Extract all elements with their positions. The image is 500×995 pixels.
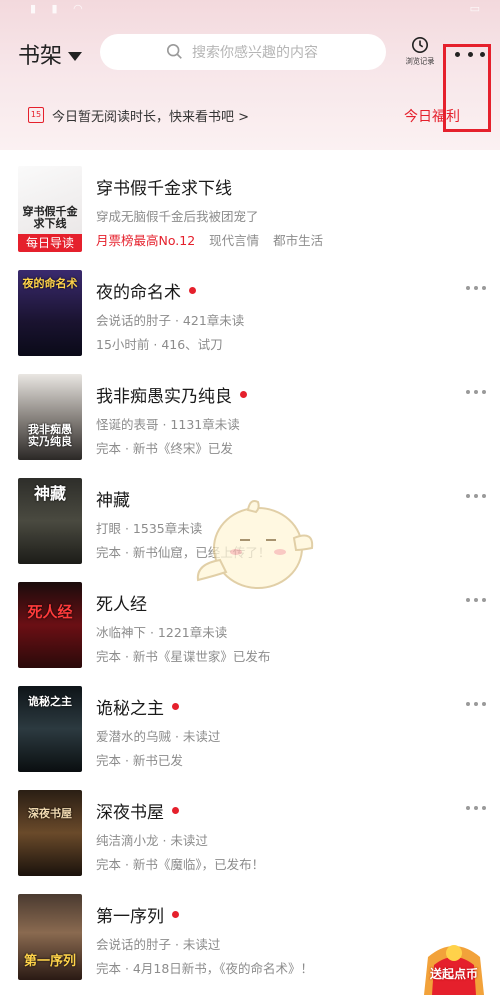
daily-welfare-link[interactable]: 今日福利	[404, 106, 460, 126]
book-meta: 月票榜最高No.12 现代言情 都市生活	[96, 230, 323, 249]
book-subtitle: 打眼 · 1535章未读	[96, 521, 203, 536]
book-title-text: 我非痴愚实乃纯良	[96, 387, 232, 407]
book-title-text: 死人经	[96, 595, 147, 615]
book-cover[interactable]: 死人经	[18, 582, 82, 668]
item-more-button[interactable]	[466, 494, 486, 500]
reward-badge-text: 送起点币	[429, 967, 478, 981]
book-item[interactable]: 诡秘之主 诡秘之主 爱潜水的乌贼 · 未读过 完本 · 新书已发	[0, 686, 500, 790]
caret-down-icon	[68, 51, 83, 61]
book-meta: 15小时前 · 416、试刀	[96, 337, 223, 352]
genre-tag: 现代言情	[209, 233, 260, 248]
item-more-button[interactable]	[466, 702, 486, 708]
book-subtitle: 会说话的肘子 · 未读过	[96, 937, 221, 952]
book-subtitle: 爱潜水的乌贼 · 未读过	[96, 729, 221, 744]
book-title-text: 神藏	[96, 491, 130, 511]
book-title-text: 穿书假千金求下线	[96, 179, 232, 199]
daily-guide-badge: 每日导读	[18, 234, 82, 252]
book-item[interactable]: 深夜书屋 深夜书屋 纯洁滴小龙 · 未读过 完本 · 新书《魔临》，已发布！	[0, 790, 500, 894]
cover-title: 我非痴愚 实乃纯良	[28, 423, 72, 448]
book-title-text: 夜的命名术	[96, 283, 181, 303]
cover-title: 穿书假千金求下线	[22, 205, 78, 230]
update-dot	[240, 391, 247, 398]
reading-notice[interactable]: 15 今日暂无阅读时长，快来看书吧 > 今日福利	[0, 100, 500, 130]
rank-label: 月票榜最高No.12	[96, 233, 196, 248]
history-button[interactable]: 浏览记录	[402, 34, 438, 74]
signal-icons: ▮ ▮ ◠	[30, 2, 89, 15]
book-meta: 完本 · 新书已发	[96, 753, 183, 768]
calendar-icon: 15	[28, 107, 44, 123]
search-icon	[166, 43, 182, 59]
book-title-text: 诡秘之主	[96, 699, 164, 719]
mascot-illustration	[196, 500, 314, 589]
book-title-text: 深夜书屋	[96, 803, 164, 823]
genre-tag: 都市生活	[273, 233, 324, 248]
book-subtitle: 纯洁滴小龙 · 未读过	[96, 833, 208, 848]
book-meta: 完本 · 4月18日新书，《夜的命名术》！	[96, 961, 314, 976]
search-placeholder: 搜索你感兴趣的内容	[192, 45, 318, 61]
cover-title: 第一序列	[23, 954, 76, 969]
book-meta: 完本 · 新书《星谍世家》已发布	[96, 649, 271, 664]
book-cover[interactable]: 诡秘之主	[18, 686, 82, 772]
history-label: 浏览记录	[405, 57, 435, 66]
cover-title: 死人经	[27, 603, 73, 621]
book-item[interactable]: 我非痴愚 实乃纯良 我非痴愚实乃纯良 怪诞的表哥 · 1131章未读 完本 · …	[0, 374, 500, 478]
item-more-button[interactable]	[466, 806, 486, 812]
book-cover[interactable]: 穿书假千金求下线 每日导读	[18, 166, 82, 252]
bookshelf-dropdown[interactable]: 书架	[18, 38, 83, 70]
cover-title: 夜的命名术	[22, 277, 78, 290]
book-cover[interactable]: 神藏	[18, 478, 82, 564]
update-dot	[172, 807, 179, 814]
book-subtitle: 冰临神下 · 1221章未读	[96, 625, 228, 640]
book-title: 夜的命名术	[96, 278, 196, 303]
app-header: 书架 搜索你感兴趣的内容 浏览记录	[0, 28, 500, 132]
book-item[interactable]: 夜的命名术 夜的命名术 会说话的肘子 · 421章未读 15小时前 · 416、…	[0, 270, 500, 374]
book-title: 我非痴愚实乃纯良	[96, 382, 247, 407]
book-title: 第一序列	[96, 902, 179, 927]
item-more-button[interactable]	[466, 390, 486, 396]
cover-title: 神藏	[33, 484, 66, 503]
book-cover[interactable]: 我非痴愚 实乃纯良	[18, 374, 82, 460]
notice-message: 今日暂无阅读时长，快来看书吧 >	[52, 110, 250, 125]
update-dot	[172, 911, 179, 918]
book-meta: 完本 · 新书《终宋》已发	[96, 441, 233, 456]
status-bar: ▮ ▮ ◠ ▭	[0, 0, 500, 18]
bookshelf-title: 书架	[18, 44, 63, 69]
book-cover[interactable]: 深夜书屋	[18, 790, 82, 876]
book-cover[interactable]: 第一序列	[18, 894, 82, 980]
book-item[interactable]: 穿书假千金求下线 每日导读 穿书假千金求下线 穿成无脑假千金后我被团宠了 月票榜…	[0, 166, 500, 270]
book-title-text: 第一序列	[96, 907, 164, 927]
cover-title: 诡秘之主	[28, 695, 72, 708]
book-title: 穿书假千金求下线	[96, 174, 232, 199]
reward-float-button[interactable]: 送起点币	[418, 935, 490, 995]
battery-icon: ▭	[469, 2, 480, 15]
item-more-button[interactable]	[466, 598, 486, 604]
book-cover[interactable]: 夜的命名术	[18, 270, 82, 356]
item-more-button[interactable]	[466, 286, 486, 292]
search-input[interactable]: 搜索你感兴趣的内容	[100, 34, 386, 70]
update-dot	[172, 703, 179, 710]
book-title: 死人经	[96, 590, 147, 615]
book-subtitle: 穿成无脑假千金后我被团宠了	[96, 209, 259, 224]
book-title: 深夜书屋	[96, 798, 179, 823]
book-subtitle: 怪诞的表哥 · 1131章未读	[96, 417, 240, 432]
book-meta: 完本 · 新书《魔临》，已发布！	[96, 857, 265, 872]
cover-title: 深夜书屋	[28, 807, 72, 820]
book-subtitle: 会说话的肘子 · 421章未读	[96, 313, 245, 328]
book-title: 神藏	[96, 486, 130, 511]
book-title: 诡秘之主	[96, 694, 179, 719]
update-dot	[189, 287, 196, 294]
clock-icon	[411, 36, 429, 54]
